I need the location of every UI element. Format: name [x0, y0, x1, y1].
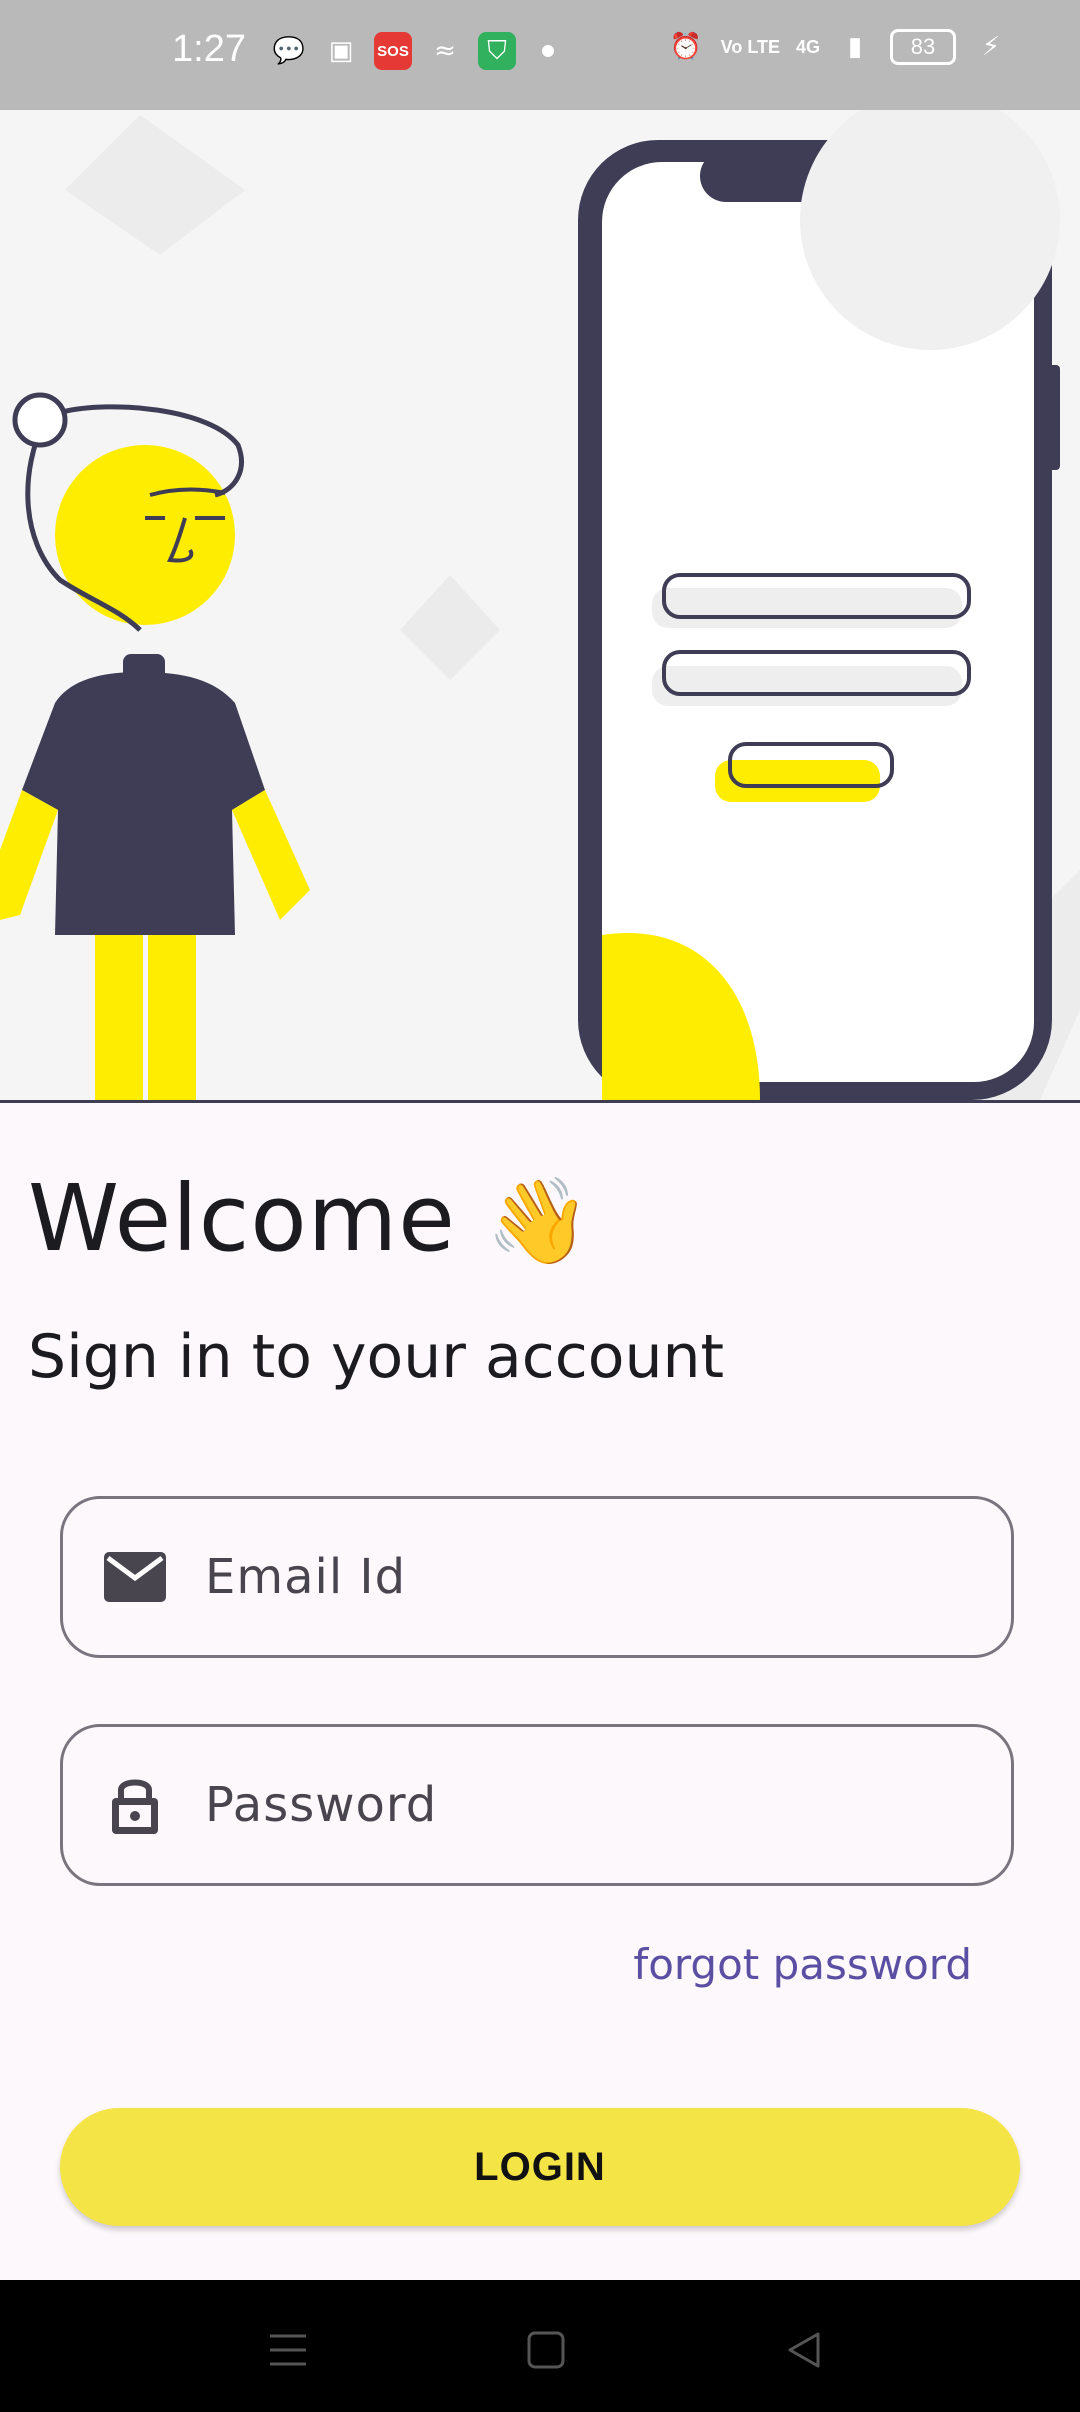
shield-icon: ⛉ — [478, 32, 516, 70]
network-type: 4G — [795, 37, 820, 57]
status-bar: 1:27 💬 ▣ SOS ≈ ⛉ ⏰ Vo LTE 4G ▮ 83 ⚡ — [0, 0, 1080, 110]
system-icons: ⏰ Vo LTE 4G ▮ 83 ⚡ — [667, 28, 1010, 66]
charging-icon: ⚡ — [981, 32, 1001, 62]
volte-icon: Vo LTE — [720, 37, 780, 57]
signin-subtitle: Sign in to your account — [28, 1322, 725, 1392]
home-icon[interactable] — [516, 2320, 576, 2380]
back-icon[interactable] — [774, 2320, 834, 2380]
alarm-icon: ⏰ — [669, 32, 702, 62]
waving-hand-icon: 👋 — [486, 1172, 592, 1270]
welcome-heading: Welcome 👋 — [28, 1165, 592, 1272]
forgot-password-link[interactable]: forgot password — [633, 1940, 972, 1989]
notification-icons: 💬 ▣ SOS ≈ ⛉ — [270, 32, 554, 70]
more-notifications-dot — [542, 45, 554, 57]
menu-icon[interactable] — [258, 2320, 318, 2380]
login-illustration — [0, 110, 1080, 1103]
signal-icon: ▮ — [847, 32, 863, 62]
mail-icon — [103, 1545, 167, 1609]
sos-icon: SOS — [374, 32, 412, 70]
password-field[interactable] — [60, 1724, 1014, 1886]
email-field[interactable] — [60, 1496, 1014, 1658]
password-input[interactable] — [203, 1776, 967, 1834]
teams-icon: ▣ — [328, 36, 354, 66]
welcome-title: Welcome — [28, 1165, 456, 1272]
system-nav-bar — [0, 2280, 1080, 2412]
lock-icon — [103, 1773, 167, 1837]
login-button[interactable]: LOGIN — [60, 2108, 1020, 2226]
battery-icon: 83 — [890, 29, 956, 65]
status-time: 1:27 — [172, 28, 246, 70]
app-icon: ≈ — [434, 36, 456, 66]
chat-bubble-icon: 💬 — [272, 36, 306, 66]
email-input[interactable] — [203, 1548, 967, 1606]
